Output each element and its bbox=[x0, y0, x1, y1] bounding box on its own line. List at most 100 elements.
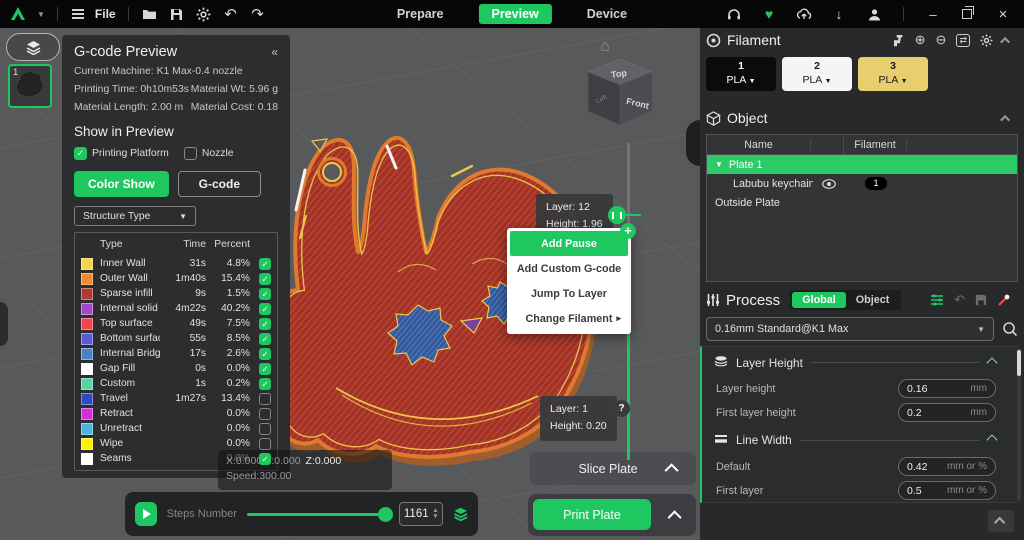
setting-label: Default bbox=[716, 460, 751, 473]
menu-item-jump-to-layer[interactable]: Jump To Layer bbox=[510, 281, 628, 306]
minimize-button[interactable]: – bbox=[924, 5, 942, 23]
reset-icon[interactable]: ↶ bbox=[954, 292, 965, 308]
type-visibility-checkbox[interactable]: ✓ bbox=[259, 347, 271, 360]
setting-input[interactable]: 0.16 mm bbox=[898, 379, 996, 398]
collapse-section-icon[interactable] bbox=[1000, 36, 1011, 47]
type-visibility-checkbox[interactable] bbox=[259, 437, 271, 450]
menu-item-change-filament[interactable]: Change Filament ▸ bbox=[510, 306, 628, 331]
setting-input[interactable]: 0.42 mm or % bbox=[898, 457, 996, 476]
steps-slider-handle[interactable] bbox=[378, 506, 394, 522]
open-folder-icon[interactable] bbox=[141, 5, 159, 23]
type-visibility-checkbox[interactable] bbox=[259, 392, 271, 405]
right-panel-collapse-handle[interactable] bbox=[686, 120, 700, 166]
process-tab-global[interactable]: Global bbox=[792, 292, 846, 308]
menu-item-add-pause[interactable]: Add Pause bbox=[510, 231, 628, 256]
toggle-nozzle[interactable]: Nozzle bbox=[183, 147, 234, 160]
type-visibility-checkbox[interactable]: ✓ bbox=[259, 377, 271, 390]
outside-plate-row[interactable]: Outside Plate bbox=[707, 193, 1017, 212]
setting-input[interactable]: 0.5 mm or % bbox=[898, 481, 996, 500]
logo-caret-icon[interactable]: ▼ bbox=[37, 10, 45, 19]
layer-slider-add-handle[interactable]: + bbox=[620, 223, 636, 239]
app-logo-icon[interactable] bbox=[8, 4, 28, 24]
remove-filament-icon[interactable]: ⊖ bbox=[936, 32, 947, 48]
plate-thumbnail-1[interactable]: 1 bbox=[8, 64, 52, 108]
section-title: Line Width bbox=[736, 433, 792, 447]
steps-number-input[interactable]: 1161 ▲ ▼ bbox=[399, 502, 443, 526]
filament-slot-1[interactable]: 1 PLA ▼ bbox=[706, 57, 776, 91]
file-menu[interactable]: File bbox=[95, 7, 116, 21]
type-visibility-checkbox[interactable] bbox=[259, 422, 271, 435]
layer-slider-track-upper[interactable] bbox=[627, 143, 630, 233]
type-visibility-checkbox[interactable]: ✓ bbox=[259, 332, 271, 345]
sync-filament-icon[interactable]: ⇄ bbox=[956, 33, 970, 47]
slice-plate-button[interactable]: Slice Plate bbox=[530, 452, 696, 485]
redo-icon[interactable]: ↷ bbox=[249, 5, 267, 23]
restore-button[interactable] bbox=[959, 5, 977, 23]
model-row[interactable]: Labubu keychain.stl 1 bbox=[707, 174, 1017, 193]
help-icon[interactable]: ? bbox=[613, 400, 630, 417]
filament-slot-3[interactable]: 3 PLA ▼ bbox=[858, 57, 928, 91]
settings-scrollbar-thumb[interactable] bbox=[1017, 350, 1021, 376]
steps-spinner[interactable]: ▲ ▼ bbox=[432, 507, 441, 520]
collapse-chevron-icon[interactable] bbox=[986, 356, 998, 369]
section-layer-height[interactable]: Layer Height bbox=[714, 355, 998, 370]
steps-slider[interactable] bbox=[246, 506, 394, 522]
filter-params-icon[interactable] bbox=[930, 294, 944, 306]
section-line-width[interactable]: Line Width bbox=[714, 433, 998, 447]
toggle-printing-platform[interactable]: ✓ Printing Platform bbox=[74, 147, 169, 160]
menu-item-add-custom-g-code[interactable]: Add Custom G-code bbox=[510, 256, 628, 281]
menu-icon[interactable] bbox=[71, 13, 84, 15]
left-panel-collapse-handle[interactable] bbox=[0, 302, 8, 346]
add-filament-icon[interactable]: ⊕ bbox=[915, 32, 926, 48]
undo-icon[interactable]: ↶ bbox=[222, 5, 240, 23]
collapse-chevron-icon[interactable] bbox=[986, 434, 998, 446]
download-icon[interactable]: ↓ bbox=[830, 5, 848, 23]
type-visibility-checkbox[interactable]: ✓ bbox=[259, 287, 271, 300]
structure-type-dropdown[interactable]: Structure Type ▼ bbox=[74, 206, 196, 226]
search-preset-icon[interactable] bbox=[1002, 321, 1018, 337]
visibility-eye-icon[interactable] bbox=[813, 178, 845, 189]
cloud-upload-icon[interactable] bbox=[795, 5, 813, 23]
type-visibility-checkbox[interactable]: ✓ bbox=[259, 452, 271, 465]
pause-marker-handle[interactable] bbox=[608, 206, 626, 224]
type-visibility-checkbox[interactable]: ✓ bbox=[259, 272, 271, 285]
color-show-button[interactable]: Color Show bbox=[74, 171, 169, 197]
collapse-panel-icon[interactable]: « bbox=[271, 45, 278, 59]
flush-nozzle-icon[interactable] bbox=[891, 34, 905, 47]
checkbox-icon[interactable] bbox=[183, 147, 197, 160]
play-button[interactable] bbox=[135, 502, 157, 526]
tune-advanced-icon[interactable] bbox=[997, 294, 1010, 307]
chevron-up-icon[interactable] bbox=[667, 510, 682, 525]
plate-list-toggle-button[interactable] bbox=[6, 33, 60, 61]
filament-settings-gear-icon[interactable] bbox=[980, 34, 993, 47]
checkbox-icon[interactable]: ✓ bbox=[74, 147, 87, 160]
model-filament-cell[interactable]: 1 bbox=[845, 177, 907, 190]
setting-input[interactable]: 0.2 mm bbox=[898, 403, 996, 422]
type-visibility-checkbox[interactable]: ✓ bbox=[259, 257, 271, 270]
expand-caret-icon[interactable]: ▼ bbox=[715, 160, 723, 169]
type-visibility-checkbox[interactable]: ✓ bbox=[259, 317, 271, 330]
plate-row[interactable]: ▼ Plate 1 bbox=[707, 155, 1017, 174]
filament-slot-2[interactable]: 2 PLA ▼ bbox=[782, 57, 852, 91]
type-visibility-checkbox[interactable] bbox=[259, 407, 271, 420]
close-button[interactable]: × bbox=[994, 5, 1012, 23]
type-visibility-checkbox[interactable]: ✓ bbox=[259, 302, 271, 315]
health-heart-icon[interactable]: ♥ bbox=[760, 5, 778, 23]
process-tab-object[interactable]: Object bbox=[846, 292, 900, 308]
save-icon[interactable] bbox=[168, 5, 186, 23]
type-visibility-checkbox[interactable]: ✓ bbox=[259, 362, 271, 375]
save-preset-icon[interactable] bbox=[975, 294, 987, 306]
account-user-icon[interactable] bbox=[865, 5, 883, 23]
process-preset-select[interactable]: 0.16mm Standard@K1 Max ▼ bbox=[706, 317, 994, 341]
layers-view-icon[interactable] bbox=[453, 506, 468, 522]
tab-device[interactable]: Device bbox=[574, 4, 640, 24]
g-code-button[interactable]: G-code bbox=[177, 171, 262, 197]
settings-gear-icon[interactable] bbox=[195, 5, 213, 23]
print-plate-button[interactable]: Print Plate bbox=[533, 499, 651, 530]
home-view-icon[interactable]: ⌂ bbox=[600, 38, 610, 56]
scroll-collapse-button[interactable] bbox=[988, 510, 1014, 532]
tab-preview[interactable]: Preview bbox=[478, 4, 552, 24]
tab-prepare[interactable]: Prepare bbox=[384, 4, 457, 24]
collapse-section-icon[interactable] bbox=[1000, 114, 1011, 125]
support-headset-icon[interactable] bbox=[725, 5, 743, 23]
